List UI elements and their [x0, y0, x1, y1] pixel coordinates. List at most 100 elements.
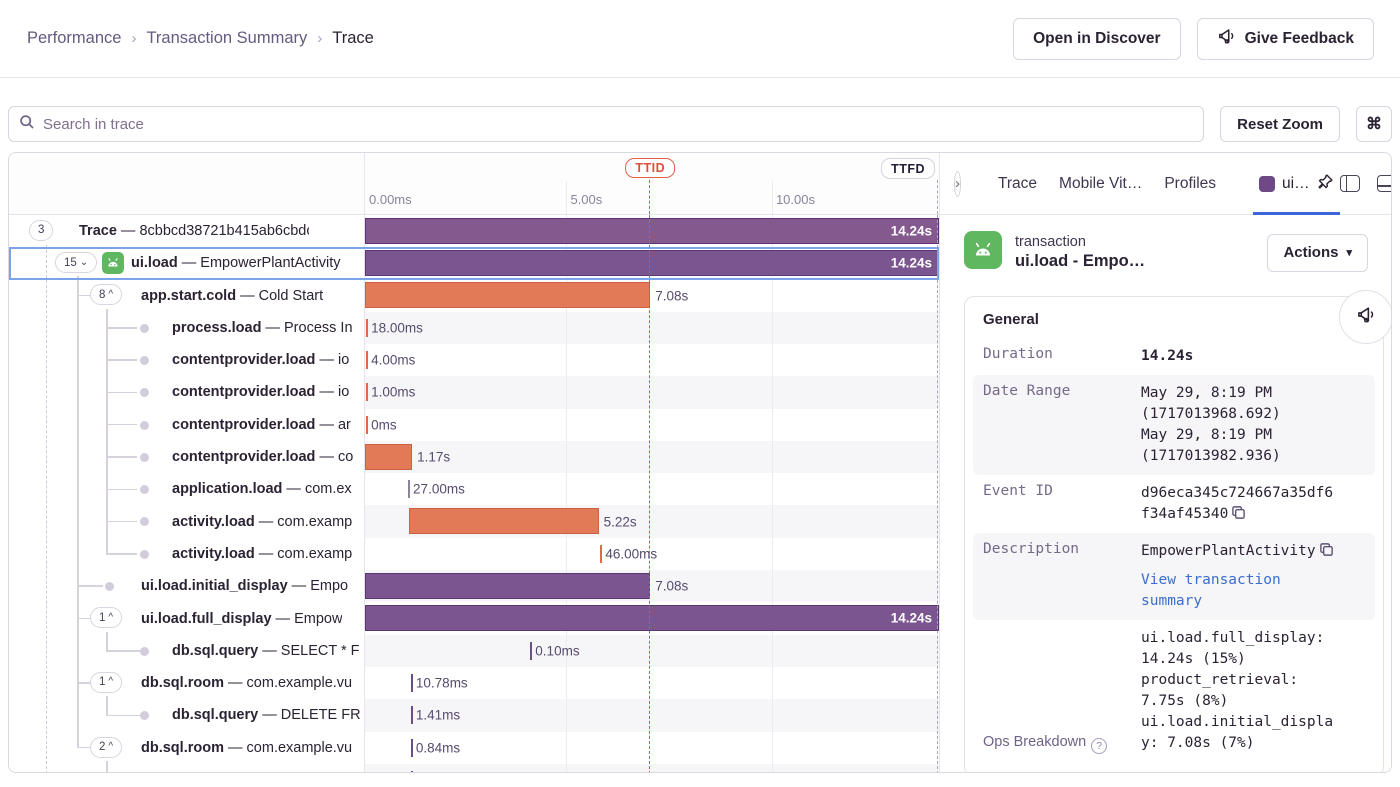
trace-row-contentprovider.load[interactable]: contentprovider.load — co1.17s — [9, 441, 939, 473]
span-tree-cell[interactable]: ui.load.initial_display — Empo — [9, 570, 365, 602]
span-duration-bar[interactable] — [365, 573, 650, 599]
span-bar-cell[interactable]: 27.00ms — [365, 473, 939, 505]
span-count-badge[interactable]: 15⌄ — [55, 252, 97, 273]
tab-mobile-vitals[interactable]: Mobile Vit… — [1059, 175, 1142, 193]
span-duration-tick[interactable] — [411, 739, 413, 757]
tab-trace[interactable]: Trace — [998, 175, 1037, 193]
span-duration-bar[interactable] — [365, 282, 650, 308]
span-bar-cell[interactable]: 0.70ms — [365, 764, 939, 772]
span-tree-cell[interactable]: activity.load — com.examp — [9, 538, 365, 570]
span-duration-tick[interactable] — [411, 706, 413, 724]
trace-row-application.load[interactable]: application.load — com.ex27.00ms — [9, 473, 939, 505]
trace-row-app.start.cold[interactable]: 8^app.start.cold — Cold Start7.08s — [9, 279, 939, 311]
span-tree-cell[interactable]: activity.load — com.examp — [9, 505, 365, 537]
span-bar-cell[interactable]: 18.00ms — [365, 312, 939, 344]
trace-row-ui.load.full_display[interactable]: 1^ui.load.full_display — Empow14.24s — [9, 602, 939, 634]
trace-row-ui.load.initial_display[interactable]: ui.load.initial_display — Empo7.08s — [9, 570, 939, 602]
dock-left-icon[interactable] — [1340, 175, 1360, 192]
trace-row-ui.load[interactable]: 15⌄ui.load — EmpowerPlantActivity14.24s — [9, 247, 939, 279]
span-tree-cell[interactable]: contentprovider.load — ar — [9, 409, 365, 441]
expand-panel-button[interactable]: › — [954, 171, 961, 197]
search-input[interactable] — [43, 116, 1193, 133]
span-duration-bar[interactable]: 14.24s — [365, 605, 939, 631]
span-count-badge[interactable]: 1^ — [90, 672, 122, 693]
actions-button[interactable]: Actions▾ — [1267, 234, 1368, 272]
span-duration-tick[interactable] — [530, 642, 532, 660]
span-duration-bar[interactable]: 14.24s — [365, 250, 939, 276]
span-tree-cell[interactable]: contentprovider.load — co — [9, 441, 365, 473]
timeline-header[interactable]: 0.00ms 5.00s 10.00s TTID TTFD — [365, 153, 939, 214]
span-bar-cell[interactable]: 7.08s — [365, 279, 939, 311]
tab-profiles[interactable]: Profiles — [1164, 175, 1216, 193]
trace-row-db.sql.room[interactable]: 2^db.sql.room — com.example.vu0.84ms — [9, 732, 939, 764]
span-duration-bar[interactable] — [409, 508, 598, 534]
span-duration-tick[interactable] — [366, 383, 368, 401]
breadcrumb-performance[interactable]: Performance — [27, 29, 121, 48]
copy-icon[interactable] — [1319, 542, 1334, 557]
trace-row-contentprovider.load[interactable]: contentprovider.load — ar0ms — [9, 409, 939, 441]
span-duration-tick[interactable] — [411, 674, 413, 692]
span-duration-tick[interactable] — [408, 480, 410, 498]
span-bar-cell[interactable]: 46.00ms — [365, 538, 939, 570]
span-count-badge[interactable]: 2^ — [90, 737, 122, 758]
span-bar-cell[interactable]: 14.24s — [365, 602, 939, 634]
reset-zoom-button[interactable]: Reset Zoom — [1220, 106, 1340, 142]
span-tree-cell[interactable]: 3Trace — 8cbbcd38721b415ab6cbdc4ff — [9, 215, 365, 247]
span-duration-tick[interactable] — [366, 319, 368, 337]
span-duration-tick[interactable] — [366, 416, 368, 434]
span-bar-cell[interactable]: 1.00ms — [365, 376, 939, 408]
span-tree-cell[interactable]: application.load — com.ex — [9, 473, 365, 505]
span-count-badge[interactable]: 3 — [29, 220, 53, 241]
span-duration-tick[interactable] — [600, 545, 602, 563]
span-bar-cell[interactable]: 7.08s — [365, 570, 939, 602]
span-bar-cell[interactable]: 0ms — [365, 409, 939, 441]
span-bar-cell[interactable]: 5.22s — [365, 505, 939, 537]
trace-row-db.sql.query[interactable]: db.sql.query — DELETE FR1.41ms — [9, 699, 939, 731]
trace-row-db.sql.room[interactable]: 1^db.sql.room — com.example.vu10.78ms — [9, 667, 939, 699]
pin-icon[interactable] — [1317, 173, 1334, 195]
span-count-badge[interactable]: 8^ — [90, 284, 122, 305]
dock-bottom-icon[interactable] — [1377, 175, 1392, 192]
span-duration-tick[interactable] — [411, 771, 413, 772]
give-feedback-button[interactable]: Give Feedback — [1197, 18, 1374, 60]
trace-row-activity.load[interactable]: activity.load — com.examp46.00ms — [9, 538, 939, 570]
span-bar-cell[interactable]: 0.84ms — [365, 732, 939, 764]
span-bar-cell[interactable]: 4.00ms — [365, 344, 939, 376]
span-bar-cell[interactable]: 1.17s — [365, 441, 939, 473]
span-bar-cell[interactable]: 0.10ms — [365, 635, 939, 667]
ttid-badge[interactable]: TTID — [625, 158, 675, 178]
span-duration-bar[interactable]: 14.24s — [365, 218, 939, 244]
span-bar-cell[interactable]: 1.41ms — [365, 699, 939, 731]
span-tree-cell[interactable]: 1^db.sql.room — com.example.vu — [9, 667, 365, 699]
view-transaction-summary-link[interactable]: View transaction summary — [1141, 572, 1281, 609]
copy-icon[interactable] — [1231, 505, 1246, 520]
trace-row-db.sql.query[interactable]: db.sql.query — SELECT * F0.10ms — [9, 635, 939, 667]
search-in-trace-field[interactable] — [8, 106, 1204, 142]
open-in-discover-button[interactable]: Open in Discover — [1013, 18, 1180, 60]
span-duration-bar[interactable] — [365, 444, 412, 470]
breadcrumb-transaction-summary[interactable]: Transaction Summary — [146, 29, 307, 48]
span-tree-cell[interactable]: db.sql.query — SELECT * F — [9, 635, 365, 667]
help-icon[interactable]: ? — [1091, 738, 1107, 754]
span-tree-cell[interactable]: contentprovider.load — io — [9, 344, 365, 376]
span-bar-cell[interactable]: 10.78ms — [365, 667, 939, 699]
trace-row-process.load[interactable]: process.load — Process In18.00ms — [9, 312, 939, 344]
span-tree-cell[interactable]: db.sql.query — INSERT OR — [9, 764, 365, 772]
tab-ui-load-active[interactable]: ui… — [1253, 153, 1340, 215]
trace-row-activity.load[interactable]: activity.load — com.examp5.22s — [9, 505, 939, 537]
ttfd-badge[interactable]: TTFD — [881, 158, 935, 179]
span-tree-cell[interactable]: db.sql.query — DELETE FR — [9, 699, 365, 731]
shortcut-command-button[interactable]: ⌘ — [1356, 106, 1392, 142]
span-duration-tick[interactable] — [366, 351, 368, 369]
span-tree-cell[interactable]: contentprovider.load — io — [9, 376, 365, 408]
span-bar-cell[interactable]: 14.24s — [365, 247, 939, 279]
span-tree-cell[interactable]: 2^db.sql.room — com.example.vu — [9, 732, 365, 764]
trace-row-contentprovider.load[interactable]: contentprovider.load — io1.00ms — [9, 376, 939, 408]
trace-row-contentprovider.load[interactable]: contentprovider.load — io4.00ms — [9, 344, 939, 376]
span-tree-cell[interactable]: 8^app.start.cold — Cold Start — [9, 279, 365, 311]
span-tree-cell[interactable]: process.load — Process In — [9, 312, 365, 344]
span-tree-cell[interactable]: 1^ui.load.full_display — Empow — [9, 602, 365, 634]
trace-row-db.sql.query[interactable]: db.sql.query — INSERT OR0.70ms — [9, 764, 939, 772]
feedback-circle-button[interactable] — [1339, 290, 1392, 344]
span-tree-cell[interactable]: 15⌄ui.load — EmpowerPlantActivity — [9, 247, 365, 279]
